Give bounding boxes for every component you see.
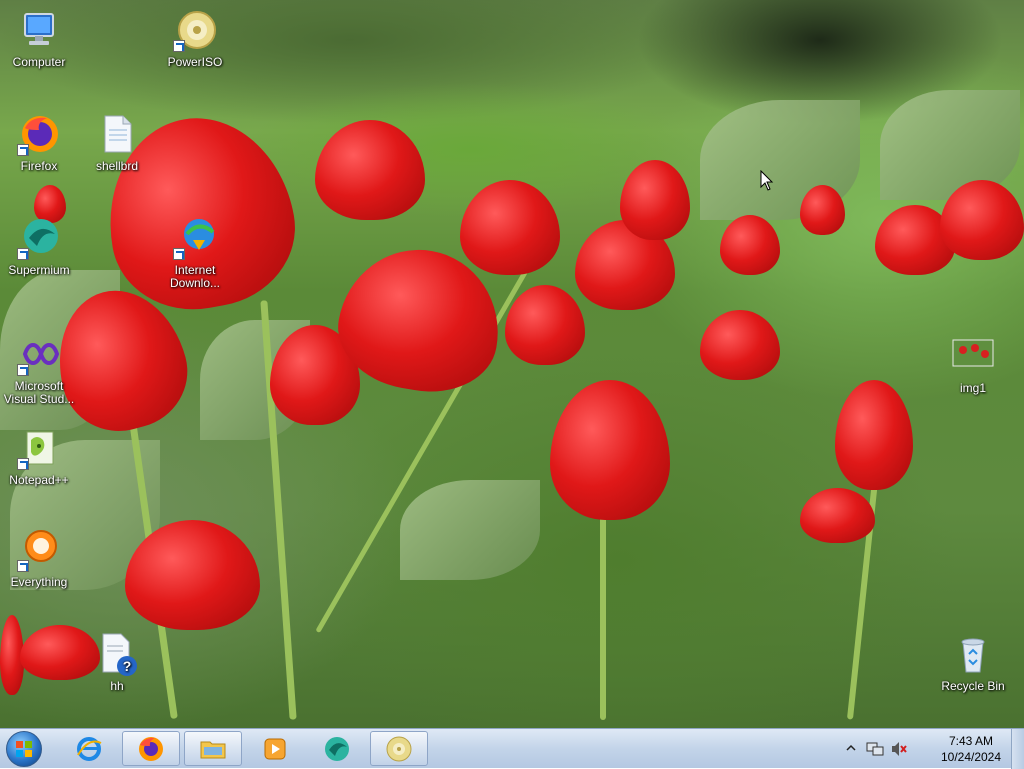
- wallpaper-tulip: [800, 488, 875, 543]
- wallpaper-tulip: [700, 310, 780, 380]
- desktop-icon-poweriso[interactable]: PowerISO: [157, 8, 233, 69]
- desktop-icon-notepadpp[interactable]: Notepad++: [1, 426, 77, 487]
- desktop-icon-everything[interactable]: Everything: [1, 528, 77, 589]
- ie-icon: [77, 736, 102, 761]
- firefox-icon: [17, 112, 61, 156]
- desktop-icon-computer[interactable]: Computer: [1, 8, 77, 69]
- desktop-icon-label: Everything: [10, 575, 68, 589]
- desktop-icon-label: Notepad++: [9, 473, 69, 487]
- start-button[interactable]: [6, 731, 42, 767]
- desktop-icon-label: Firefox: [20, 159, 58, 173]
- desktop-icon-firefox[interactable]: Firefox: [1, 112, 77, 173]
- desktop-icon-img1[interactable]: img1: [935, 334, 1011, 395]
- shortcut-arrow-icon: [17, 560, 29, 572]
- desktop-icon-hh[interactable]: ? hh: [79, 632, 155, 693]
- shortcut-arrow-icon: [173, 40, 185, 52]
- notepadpp-icon: [17, 426, 61, 470]
- wallpaper-tulip: [940, 180, 1024, 260]
- help-file-icon: ?: [95, 632, 139, 676]
- shortcut-arrow-icon: [17, 458, 29, 470]
- firefox-icon: [139, 736, 163, 761]
- desktop-icon-label: hh: [110, 679, 124, 693]
- desktop-icon-label: shellbrd: [95, 159, 139, 173]
- desktop-icon-label: Microsoft Visual Stud...: [3, 379, 75, 406]
- desktop-icon-recycle-bin[interactable]: Recycle Bin: [935, 632, 1011, 693]
- taskbar: 7:43 AM 10/24/2024: [0, 728, 1024, 769]
- recycle-bin-icon: [951, 632, 995, 676]
- shortcut-arrow-icon: [17, 248, 29, 260]
- volume-muted-icon[interactable]: [890, 740, 908, 758]
- wallpaper-leaf: [400, 480, 540, 580]
- desktop-icon-label: Supermium: [8, 263, 70, 277]
- text-file-icon: [95, 112, 139, 156]
- svg-text:?: ?: [123, 658, 132, 674]
- taskbar-media-player-button[interactable]: [246, 731, 304, 766]
- desktop-icon-label: img1: [959, 381, 986, 395]
- desktop-icon-label: Recycle Bin: [941, 679, 1005, 693]
- desktop-icon-visual-studio[interactable]: Microsoft Visual Stud...: [1, 332, 77, 406]
- idm-icon: [173, 216, 217, 260]
- folder-icon: [200, 741, 226, 758]
- wallpaper-tulip: [835, 380, 913, 490]
- desktop-icon-shellbrd[interactable]: shellbrd: [79, 112, 155, 173]
- shortcut-arrow-icon: [173, 248, 185, 260]
- desktop-icon-label: Computer: [12, 55, 66, 69]
- wallpaper-tulip: [505, 285, 585, 365]
- visual-studio-icon: [17, 332, 61, 376]
- taskbar-supermium-button[interactable]: [308, 731, 366, 766]
- poweriso-icon: [386, 736, 412, 761]
- image-file-icon: [951, 334, 995, 378]
- desktop-icon-label: PowerISO: [167, 55, 223, 69]
- wallpaper-stem: [600, 500, 606, 720]
- show-desktop-button[interactable]: [1011, 729, 1024, 769]
- taskbar-poweriso-button[interactable]: [370, 731, 428, 766]
- windows-logo-icon: [16, 741, 32, 757]
- taskbar-explorer-button[interactable]: [184, 731, 242, 766]
- taskbar-firefox-button[interactable]: [122, 731, 180, 766]
- network-icon[interactable]: [866, 740, 884, 758]
- desktop[interactable]: Computer PowerISO Firefox shellbrd Super…: [0, 0, 1024, 728]
- taskbar-clock[interactable]: 7:43 AM 10/24/2024: [936, 733, 1006, 765]
- clock-time: 7:43 AM: [948, 734, 994, 748]
- wallpaper-tulip: [460, 180, 560, 275]
- computer-icon: [17, 8, 61, 52]
- desktop-icon-supermium[interactable]: Supermium: [1, 216, 77, 277]
- wallpaper-tulip: [315, 120, 425, 220]
- shortcut-arrow-icon: [17, 144, 29, 156]
- wallpaper-tulip: [620, 160, 690, 240]
- everything-icon: [17, 528, 61, 572]
- show-hidden-icons-icon[interactable]: [846, 743, 856, 753]
- wallpaper-tulip: [720, 215, 780, 275]
- shortcut-arrow-icon: [17, 364, 29, 376]
- supermium-icon: [17, 216, 61, 260]
- poweriso-icon: [173, 8, 217, 52]
- desktop-icon-label: Internet Downlo...: [169, 263, 221, 290]
- supermium-icon: [325, 736, 349, 761]
- clock-date: 10/24/2024: [940, 750, 1002, 764]
- desktop-icon-internet-download-manager[interactable]: Internet Downlo...: [157, 216, 233, 290]
- taskbar-ie-button[interactable]: [60, 731, 118, 766]
- wallpaper-tulip: [550, 380, 670, 520]
- media-player-icon: [264, 738, 286, 759]
- mouse-pointer-icon: [760, 170, 774, 191]
